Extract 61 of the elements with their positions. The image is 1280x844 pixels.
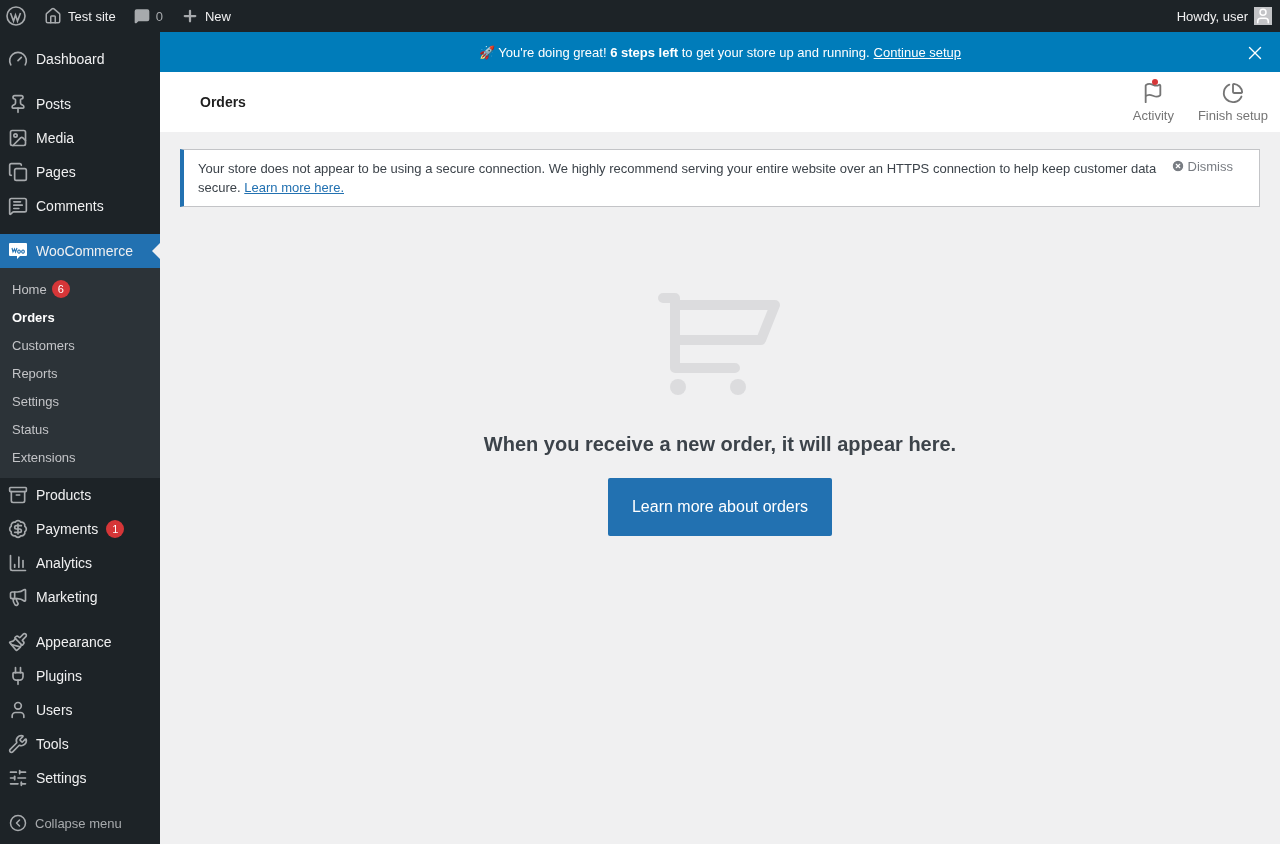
menu-item[interactable]: Pages [0,155,160,189]
sliders-icon [8,768,28,788]
menu-item[interactable]: Products [0,478,160,512]
speech-bubble-icon [8,196,28,216]
header-action[interactable]: Activity [1120,81,1186,123]
menu-item[interactable]: Tools [0,727,160,761]
site-link[interactable]: Test site [44,7,116,25]
page-title: Orders [200,94,247,110]
menu-item[interactable]: Posts [0,87,160,121]
submenu-item[interactable]: Status [0,415,160,443]
menu-item[interactable]: Users [0,693,160,727]
menu-item[interactable]: Settings [0,761,160,795]
submenu-item[interactable]: Settings [0,387,160,415]
submenu-item[interactable]: Orders [0,303,160,331]
comment-count: 0 [155,8,163,24]
pie-chart-icon [1221,81,1244,104]
wordpress-logo-icon [6,6,26,26]
header-action[interactable]: Finish setup [1185,81,1280,123]
menu-item[interactable]: Media [0,121,160,155]
bar-chart-icon [8,553,28,573]
collapse-icon [9,814,27,832]
empty-state-message: When you receive a new order, it will appear here. [483,433,957,456]
wrench-icon [8,734,28,754]
paintbrush-icon [8,632,28,652]
dismiss-button[interactable]: Dismiss [1170,159,1245,197]
learn-more-link[interactable]: Learn more here. [244,180,344,195]
archive-box-icon [8,485,28,505]
dollar-icon [8,519,28,539]
close-circle-icon [1170,159,1185,173]
pin-icon [8,94,28,114]
avatar-icon [1254,7,1272,25]
megaphone-icon [8,587,28,607]
menu-item[interactable]: Appearance [0,625,160,659]
home-icon [44,7,62,25]
submenu-item[interactable]: Reports [0,359,160,387]
media-icon [8,128,28,148]
account-link[interactable]: Howdy, user [1176,7,1272,25]
new-link[interactable]: New [180,7,231,25]
user-icon [8,700,28,720]
submenu-item[interactable]: Home 6 [0,275,160,303]
comments-link[interactable]: 0 [133,8,163,24]
submenu-item[interactable]: Extensions [0,443,160,471]
continue-setup-link[interactable]: Continue setup [873,44,962,60]
collapse-menu-button[interactable]: Collapse menu [0,806,160,840]
menu-item[interactable]: Analytics [0,546,160,580]
menu-item[interactable]: WooCommerce [0,234,160,268]
menu-item[interactable]: Plugins [0,659,160,693]
count-badge: 6 [51,280,70,298]
gauge-icon [8,49,28,69]
woo-logo-icon [8,241,28,261]
banner-text: 🚀 You're doing great! 6 steps left to get your store up and running. [478,44,870,60]
speech-bubble-icon [133,8,150,24]
menu-item[interactable]: Dashboard [0,42,160,76]
menu-item[interactable]: Payments 1 [0,512,160,546]
learn-more-button[interactable]: Learn more about orders [607,478,833,536]
notice-text: Your store does not appear to be using a secure connection. We highly recommend serving your entire website over an HTTPS connection to help keep customer data secure. Learn more here. [198,160,1157,197]
pages-icon [8,162,28,182]
menu-item[interactable]: Marketing [0,580,160,614]
submenu-item[interactable]: Customers [0,331,160,359]
count-badge: 1 [106,520,125,538]
menu-item[interactable]: Comments [0,189,160,223]
